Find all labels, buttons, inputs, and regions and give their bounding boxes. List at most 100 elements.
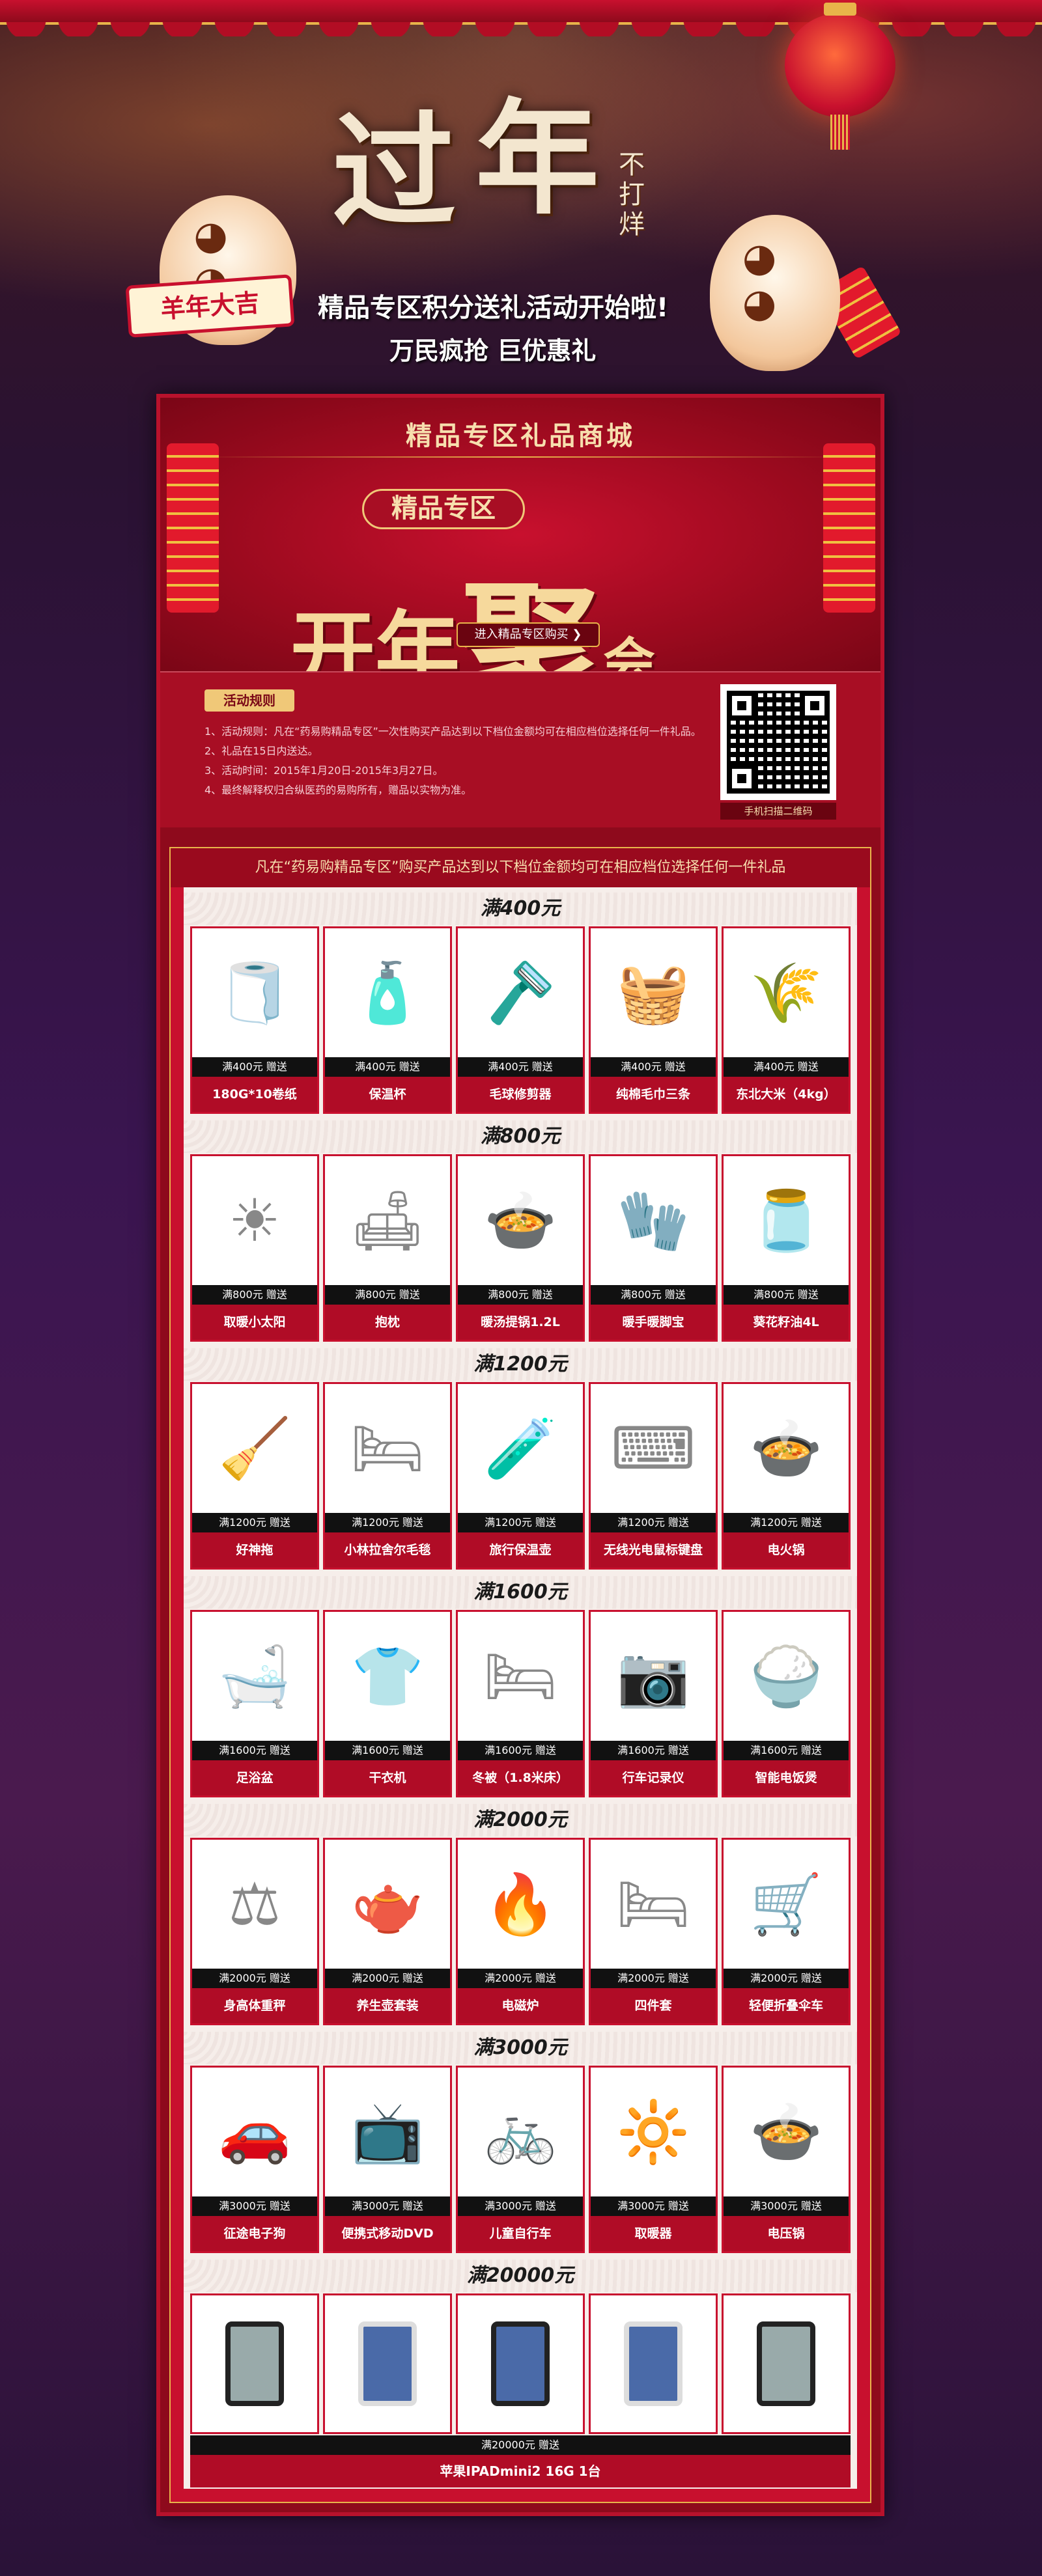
- enter-zone-button[interactable]: 进入精品专区购买 ❯: [457, 622, 600, 647]
- gift-card[interactable]: 🫙 满800元 赠送 葵花籽油4L: [722, 1154, 851, 1342]
- gift-image: 🪒: [483, 958, 557, 1027]
- gift-card[interactable]: 🔥 满2000元 赠送 电磁炉: [456, 1838, 585, 2025]
- ipad-image-card[interactable]: [190, 2293, 319, 2434]
- gift-card[interactable]: 🚗 满3000元 赠送 征途电子狗: [190, 2066, 319, 2253]
- gift-card[interactable]: 📷 满1600元 赠送 行车记录仪: [589, 1610, 718, 1797]
- divider: [199, 456, 841, 458]
- gift-card[interactable]: 🫖 满2000元 赠送 养生壶套装: [323, 1838, 452, 2025]
- gift-card[interactable]: 🧻 满400元 赠送 180G*10卷纸: [190, 926, 319, 1114]
- gift-card[interactable]: ☀ 满800元 赠送 取暖小太阳: [190, 1154, 319, 1342]
- gift-row: 🧻 满400元 赠送 180G*10卷纸 🧴 满400元 赠送 保温杯 🪒 满400元 赠送毛…: [190, 926, 851, 1114]
- gift-price-label: 满1200元 赠送: [724, 1513, 849, 1532]
- gift-price-label: 满3000元 赠送: [192, 2196, 317, 2216]
- gift-card[interactable]: 🛏 满1200元 赠送 小林拉舍尔毛毯: [323, 1382, 452, 1570]
- gift-card[interactable]: 🍲 满3000元 赠送 电压锅: [722, 2066, 851, 2253]
- gift-card[interactable]: 🌾 满400元 赠送 东北大米（4kg）: [722, 926, 851, 1114]
- ipad-icon: [724, 2295, 849, 2432]
- gift-price-label: 满1600元 赠送: [192, 1741, 317, 1760]
- gift-image: 🔥: [483, 1870, 557, 1939]
- gift-card[interactable]: 🧴 满400元 赠送 保温杯: [323, 926, 452, 1114]
- gift-image: 🫙: [749, 1186, 823, 1255]
- gift-image: 🧤: [616, 1186, 690, 1255]
- gift-image: 📷: [616, 1642, 690, 1711]
- gift-card[interactable]: 🧤 满800元 赠送 暖手暖脚宝: [589, 1154, 718, 1342]
- gift-name: 电压锅: [724, 2216, 849, 2251]
- ipad-image-card[interactable]: [589, 2293, 718, 2434]
- gift-row: ⚖ 满2000元 赠送 身高体重秤 🫖 满2000元 赠送 养生壶套装 🔥 满2000元 赠送…: [190, 1838, 851, 2025]
- gift-image: 🛏: [350, 1414, 425, 1483]
- gift-image: 🍚: [749, 1642, 823, 1711]
- gift-price-label: 满2000元 赠送: [325, 1969, 450, 1988]
- gift-card[interactable]: 🛒 满2000元 赠送 轻便折叠伞车: [722, 1838, 851, 2025]
- gift-price-label: 满800元 赠送: [724, 1285, 849, 1305]
- gift-price-label: 满400元 赠送: [458, 1057, 583, 1077]
- gift-price-label: 满800元 赠送: [325, 1285, 450, 1305]
- gift-card[interactable]: 🍲 满800元 赠送 暖汤提锅1.2L: [456, 1154, 585, 1342]
- rules-item: 3、活动时间：2015年1月20日-2015年3月27日。: [204, 764, 444, 777]
- ipad-image-card[interactable]: [722, 2293, 851, 2434]
- gift-price-label: 满2000元 赠送: [591, 1969, 716, 1988]
- firecracker-left-icon: [167, 443, 219, 613]
- rules-item: 4、最终解释权归合纵医药的易购所有，赠品以实物为准。: [204, 784, 472, 796]
- rules-section: 活动规则 1、活动规则：凡在“药易购精品专区”一次性购买产品达到以下档位金额均可…: [160, 671, 880, 827]
- gift-card[interactable]: 🛋 满800元 赠送 抱枕: [323, 1154, 452, 1342]
- gift-list: 满400元 🧻 满400元 赠送 180G*10卷纸 🧴 满400元 赠送 保温杯 🪒 满400…: [184, 887, 857, 2489]
- gift-card[interactable]: 🛏 满1600元 赠送 冬被（1.8米床）: [456, 1610, 585, 1797]
- ipad-icon: [458, 2295, 583, 2432]
- gift-card[interactable]: 🍚 满1600元 赠送 智能电饭煲: [722, 1610, 851, 1797]
- hero-title-char-2: 年: [475, 86, 600, 231]
- gift-name: 行车记录仪: [591, 1760, 716, 1795]
- gift-row: ☀ 满800元 赠送 取暖小太阳 🛋 满800元 赠送 抱枕 🍲 满800元 赠送 暖汤提锅1.…: [190, 1154, 851, 1342]
- gift-name: 儿童自行车: [458, 2216, 583, 2251]
- tier-heading: 满1600元: [184, 1576, 857, 1609]
- tier-heading: 满2000元: [184, 1804, 857, 1836]
- mall-title: 精品专区礼品商城: [406, 421, 635, 451]
- gift-name: 无线光电鼠标键盘: [591, 1532, 716, 1568]
- ipad-icon: [325, 2295, 450, 2432]
- gift-card[interactable]: 🧪 满1200元 赠送 旅行保温壶: [456, 1382, 585, 1570]
- ipad-icon: [192, 2295, 317, 2432]
- ipad-icon: [591, 2295, 716, 2432]
- gift-price-label: 满1600元 赠送: [591, 1741, 716, 1760]
- gift-name: 葵花籽油4L: [724, 1305, 849, 1340]
- gift-name: 纯棉毛巾三条: [591, 1077, 716, 1112]
- gift-price-label: 满1200元 赠送: [192, 1513, 317, 1532]
- gift-card[interactable]: 🪒 满400元 赠送 毛球修剪器: [456, 926, 585, 1114]
- gift-image: 🍲: [483, 1186, 557, 1255]
- gift-price-label: 满1200元 赠送: [458, 1513, 583, 1532]
- gift-card[interactable]: 📺 满3000元 赠送 便携式移动DVD: [323, 2066, 452, 2253]
- gift-name: 东北大米（4kg）: [724, 1077, 849, 1112]
- hero-subtitle: 精品专区积分送礼活动开始啦!: [318, 293, 669, 323]
- gift-image: ⚖: [228, 1870, 281, 1939]
- gift-image: 🔆: [616, 2098, 690, 2167]
- gift-price-label: 满1600元 赠送: [325, 1741, 450, 1760]
- gift-price-label: 满800元 赠送: [591, 1285, 716, 1305]
- hero-subtitle-2: 万民疯抢 巨优惠礼: [389, 337, 597, 365]
- gift-image: 🚲: [483, 2098, 557, 2167]
- gift-card[interactable]: 🧺 满400元 赠送 纯棉毛巾三条: [589, 926, 718, 1114]
- gift-card[interactable]: 🍲 满1200元 赠送 电火锅: [722, 1382, 851, 1570]
- gift-card[interactable]: 🧹 满1200元 赠送 好神拖: [190, 1382, 319, 1570]
- gift-name: 四件套: [591, 1988, 716, 2023]
- gift-card[interactable]: 👕 满1600元 赠送 干衣机: [323, 1610, 452, 1797]
- panel-header: 精品专区礼品商城 精品专区 开年聚会 进入精品专区购买 ❯: [160, 398, 880, 734]
- ipad-image-card[interactable]: [323, 2293, 452, 2434]
- gift-name: 干衣机: [325, 1760, 450, 1795]
- gift-row: 🚗 满3000元 赠送 征途电子狗 📺 满3000元 赠送 便携式移动DVD 🚲 满3000元…: [190, 2066, 851, 2253]
- gift-section: 凡在“药易购精品专区”购买产品达到以下档位金额均可在相应档位选择任何一件礼品 满…: [169, 847, 871, 2503]
- ipad-image-card[interactable]: [456, 2293, 585, 2434]
- gift-name: 小林拉舍尔毛毯: [325, 1532, 450, 1568]
- gift-card[interactable]: ⌨ 满1200元 赠送 无线光电鼠标键盘: [589, 1382, 718, 1570]
- gift-card[interactable]: 🚲 满3000元 赠送 儿童自行车: [456, 2066, 585, 2253]
- gift-name: 保温杯: [325, 1077, 450, 1112]
- gift-image: 🍲: [749, 2098, 823, 2167]
- gift-price-label: 满3000元 赠送: [724, 2196, 849, 2216]
- gift-image: 🛏: [615, 1870, 691, 1939]
- qr-code[interactable]: [720, 684, 836, 800]
- gift-row: 🧹 满1200元 赠送 好神拖 🛏 满1200元 赠送 小林拉舍尔毛毯 🧪 满1200元 赠送…: [190, 1382, 851, 1570]
- gift-card[interactable]: 🛁 满1600元 赠送 足浴盆: [190, 1610, 319, 1797]
- gift-card[interactable]: 🛏 满2000元 赠送 四件套: [589, 1838, 718, 2025]
- gift-card[interactable]: 🔆 满3000元 赠送 取暖器: [589, 2066, 718, 2253]
- gift-card[interactable]: ⚖ 满2000元 赠送 身高体重秤: [190, 1838, 319, 2025]
- gift-name: 轻便折叠伞车: [724, 1988, 849, 2023]
